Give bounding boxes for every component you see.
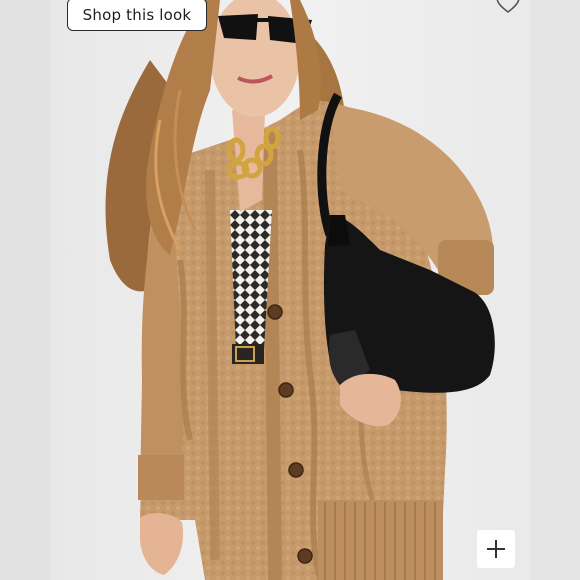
heart-outline-icon[interactable] — [495, 0, 521, 14]
zoom-plus-button[interactable] — [477, 530, 515, 568]
shop-this-look-button[interactable]: Shop this look — [67, 0, 207, 31]
plus-icon — [487, 540, 505, 558]
product-photo — [0, 0, 580, 580]
